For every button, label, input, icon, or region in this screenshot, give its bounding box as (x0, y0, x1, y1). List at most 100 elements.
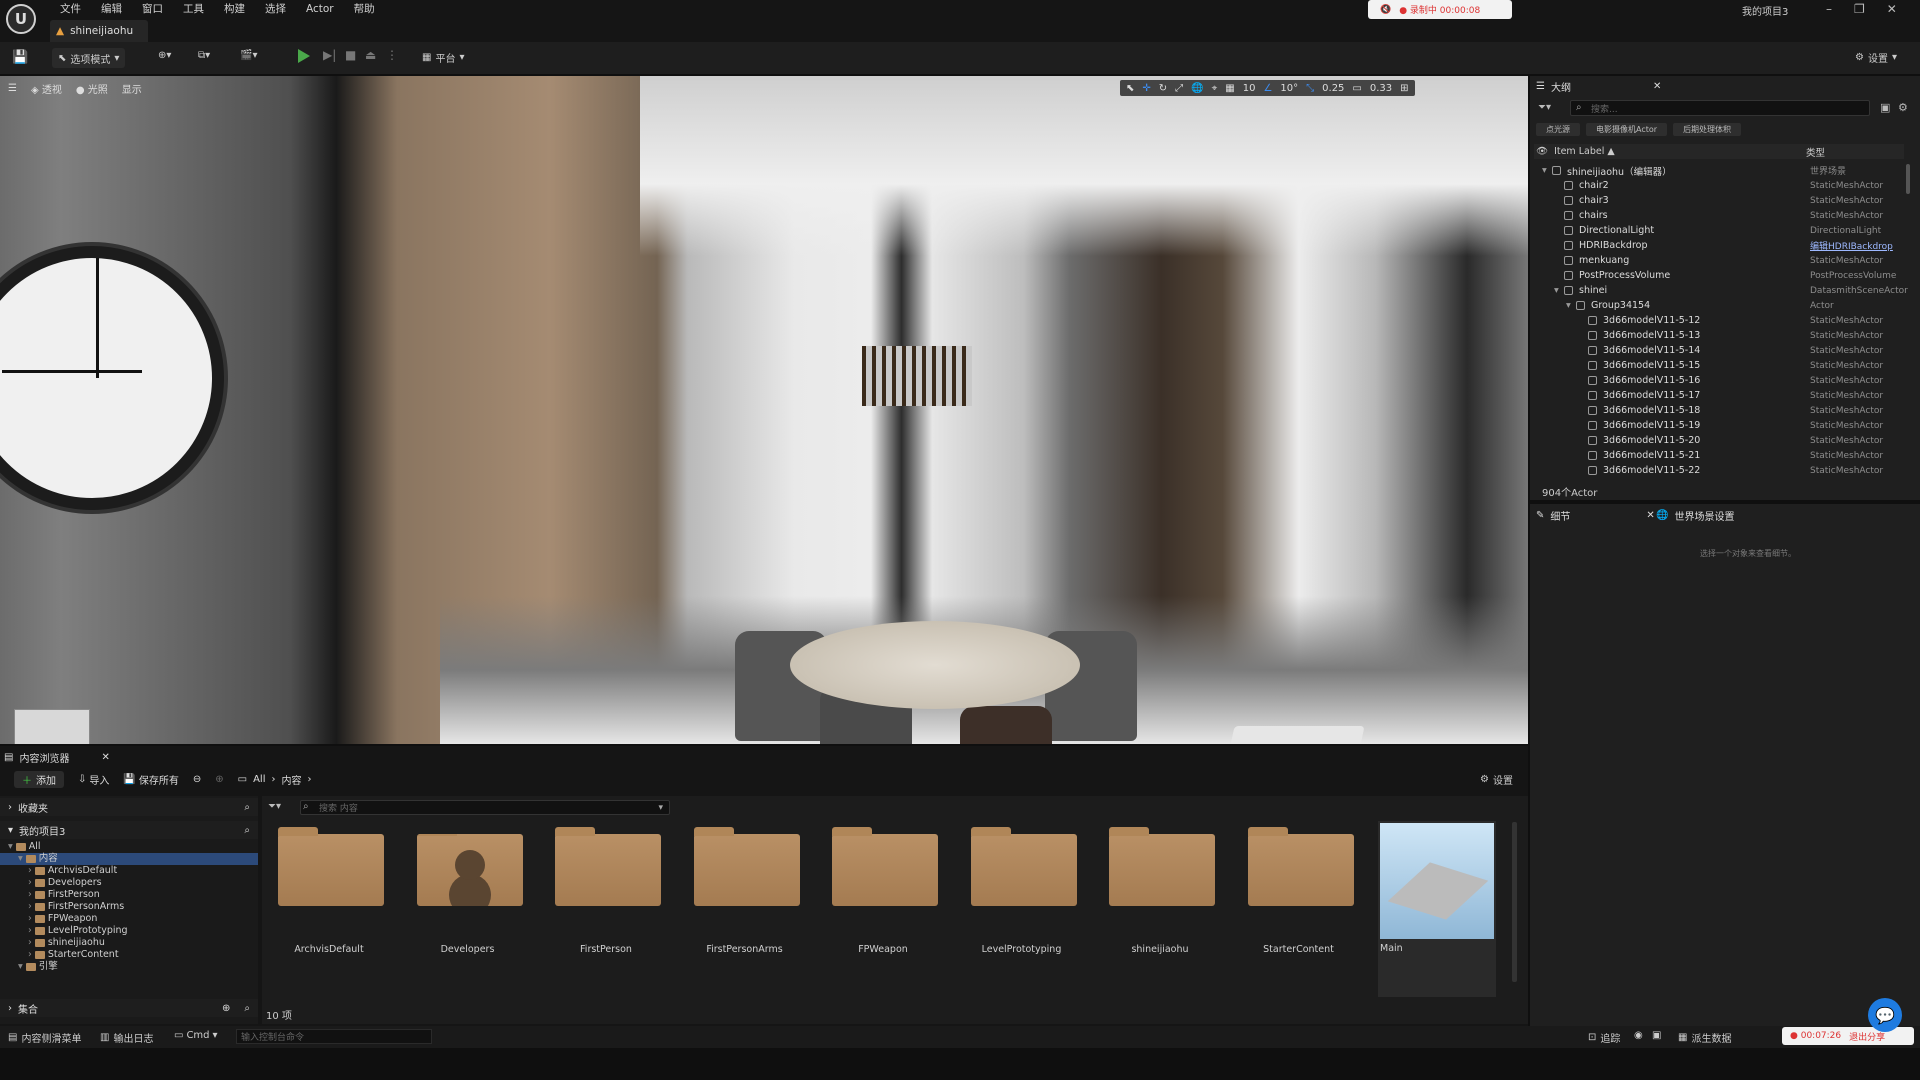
chevron-right-icon[interactable]: › (28, 925, 32, 936)
outliner-row[interactable]: 3d66modelV11-5-18 StaticMeshActor (1534, 403, 1904, 418)
grid-snap-value[interactable]: 10 (1243, 83, 1256, 94)
outliner-row[interactable]: 3d66modelV11-5-15 StaticMeshActor (1534, 358, 1904, 373)
revision-icon[interactable]: ▣ (1652, 1030, 1661, 1041)
level-viewport[interactable] (0, 76, 1528, 744)
outliner-search-input[interactable]: 搜索... (1570, 100, 1870, 116)
folder-tile[interactable]: FPWeapon (824, 822, 942, 994)
folder-tile[interactable]: FirstPerson (547, 822, 665, 994)
folder-tile[interactable]: StarterContent (1240, 822, 1358, 994)
outliner-row[interactable]: chairs StaticMeshActor (1534, 208, 1904, 223)
type-column[interactable]: 类型 (1806, 145, 1825, 159)
folder-tree-item[interactable]: ▾ 内容 (0, 853, 258, 865)
content-settings-button[interactable]: ⚙ 设置 (1480, 772, 1513, 787)
menu-file[interactable]: 文件 (50, 1, 91, 16)
content-search-input[interactable]: 搜索 内容 ▾ (300, 800, 670, 815)
folder-tile[interactable]: ArchvisDefault (270, 822, 388, 994)
outliner-row[interactable]: 3d66modelV11-5-16 StaticMeshActor (1534, 373, 1904, 388)
breadcrumb-all[interactable]: All (253, 774, 265, 785)
stop-icon[interactable]: ■ (345, 48, 356, 62)
outliner-row[interactable]: ▾ Group34154 Actor (1534, 298, 1904, 313)
folder-tree-item[interactable]: › LevelPrototyping (0, 925, 258, 937)
details-tab[interactable]: ✎ 细节 ✕ (1536, 506, 1655, 524)
rotate-snap-icon[interactable]: ∠ (1263, 83, 1272, 94)
folder-tree-item[interactable]: ▾ 引擎 (0, 961, 258, 973)
filter-cine-camera[interactable]: 电影摄像机Actor (1586, 123, 1668, 136)
scale-snap-icon[interactable]: ⤡ (1306, 83, 1314, 94)
outliner-row[interactable]: 3d66modelV11-5-17 StaticMeshActor (1534, 388, 1904, 403)
play-icon[interactable] (298, 49, 310, 63)
chat-bubble-icon[interactable]: 💬 (1868, 998, 1902, 1032)
close-icon[interactable]: ✕ (1887, 2, 1897, 16)
folder-tree-item[interactable]: › FPWeapon (0, 913, 258, 925)
show-button[interactable]: 显示 (122, 81, 142, 96)
world-settings-tab[interactable]: 🌐 世界场景设置 (1656, 506, 1734, 524)
outliner-row[interactable]: ▾ shinei DatasmithSceneActor (1534, 283, 1908, 298)
folder-tile[interactable]: FirstPersonArms (686, 822, 804, 994)
mute-icon[interactable]: 🔇 (1380, 5, 1391, 15)
close-icon[interactable]: ✕ (101, 752, 109, 763)
project-section[interactable]: ▾ 我的项目3 ⌕ (0, 821, 258, 839)
menu-edit[interactable]: 编辑 (91, 1, 132, 16)
chevron-right-icon[interactable]: › (28, 937, 32, 948)
menu-build[interactable]: 构建 (214, 1, 255, 16)
outliner-scrollbar[interactable] (1906, 164, 1910, 194)
menu-window[interactable]: 窗口 (132, 1, 173, 16)
folder-tree-item[interactable]: › FirstPersonArms (0, 901, 258, 913)
add-folder-icon[interactable]: ▣ (1880, 101, 1890, 114)
breadcrumb-content[interactable]: 内容 (281, 772, 301, 787)
chevron-right-icon[interactable]: › (28, 865, 32, 876)
import-button[interactable]: ⇩ 导入 (78, 772, 109, 787)
asset-view-scrollbar[interactable] (1512, 822, 1517, 982)
scale-snap-value[interactable]: 0.25 (1322, 83, 1344, 94)
lighting-button[interactable]: ● 光照 (76, 81, 108, 96)
chevron-right-icon[interactable]: ▾ (18, 853, 23, 864)
outliner-row[interactable]: HDRIBackdrop 编辑HDRIBackdrop (1534, 238, 1904, 253)
filter-icon[interactable]: ⏷▾ (1538, 102, 1551, 113)
unreal-logo-icon[interactable]: U (6, 4, 36, 34)
folder-tree-item[interactable]: › ArchvisDefault (0, 865, 258, 877)
level-document-tab[interactable]: ▲ shineijiaohu (50, 20, 148, 42)
content-browser-tab[interactable]: ▤ 内容浏览器 ✕ (4, 750, 110, 765)
camera-speed-icon[interactable]: ▭ (1352, 83, 1361, 94)
advance-frame-icon[interactable]: ▶| (323, 48, 336, 62)
menu-select[interactable]: 选择 (255, 1, 296, 16)
camera-speed-value[interactable]: 0.33 (1370, 83, 1392, 94)
chevron-down-icon[interactable]: ▾ (1554, 285, 1564, 296)
hamburger-menu-icon[interactable]: ☰ (8, 83, 17, 94)
console-input[interactable]: 输入控制台命令 (236, 1029, 432, 1044)
platforms-button[interactable]: ▦ 平台 ▾ (422, 50, 464, 65)
folder-tree-item[interactable]: › StarterContent (0, 949, 258, 961)
surface-snap-icon[interactable]: ⌖ (1212, 83, 1218, 94)
recording-indicator[interactable]: 🔇 ● 录制中 00:00:08 (1368, 0, 1512, 19)
maximize-icon[interactable]: ❐ (1854, 2, 1865, 16)
close-icon[interactable]: ✕ (1653, 81, 1661, 92)
content-drawer-button[interactable]: ▤ 内容侧滑菜单 (8, 1030, 81, 1045)
outliner-tab[interactable]: ☰ 大纲 ✕ (1536, 77, 1661, 95)
save-all-button[interactable]: 💾 保存所有 (123, 772, 178, 787)
cinematics-icon[interactable]: 🎬▾ (240, 50, 257, 61)
menu-tools[interactable]: 工具 (173, 1, 214, 16)
output-log-button[interactable]: ▥ 输出日志 (100, 1030, 153, 1045)
collections-section[interactable]: › 集合 ⊕ ⌕ (0, 999, 258, 1017)
eject-icon[interactable]: ⏏ (365, 48, 376, 62)
derived-data-button[interactable]: ▦ 派生数据 (1678, 1030, 1731, 1045)
selection-mode-button[interactable]: ⬉ 选项模式 ▾ (52, 48, 126, 68)
filter-icon[interactable]: ⏷▾ (268, 801, 281, 812)
close-icon[interactable]: ✕ (1646, 510, 1654, 521)
rotate-icon[interactable]: ↻ (1159, 83, 1167, 94)
chevron-down-icon[interactable]: ▾ (1566, 300, 1576, 311)
outliner-row[interactable]: 3d66modelV11-5-22 StaticMeshActor (1534, 463, 1904, 478)
chevron-right-icon[interactable]: › (28, 877, 32, 888)
scale-icon[interactable]: ⤢ (1175, 83, 1183, 94)
outliner-row[interactable]: 3d66modelV11-5-12 StaticMeshActor (1534, 313, 1904, 328)
add-button[interactable]: ＋ 添加 (14, 771, 64, 788)
blueprint-icon[interactable]: ⧉▾ (198, 50, 210, 61)
filter-point-light[interactable]: 点光源 (1536, 123, 1580, 136)
layout-icon[interactable]: ⊞ (1400, 83, 1408, 94)
world-space-icon[interactable]: 🌐 (1191, 83, 1203, 94)
folder-tree-item[interactable]: ▾ All (0, 841, 258, 853)
settings-button[interactable]: ⚙ 设置 ▾ (1855, 50, 1897, 65)
outliner-row[interactable]: ▾ shineijiaohu（编辑器） 世界场景 (1534, 163, 1904, 178)
chevron-right-icon[interactable]: › (28, 913, 32, 924)
grid-snap-icon[interactable]: ▦ (1225, 83, 1234, 94)
